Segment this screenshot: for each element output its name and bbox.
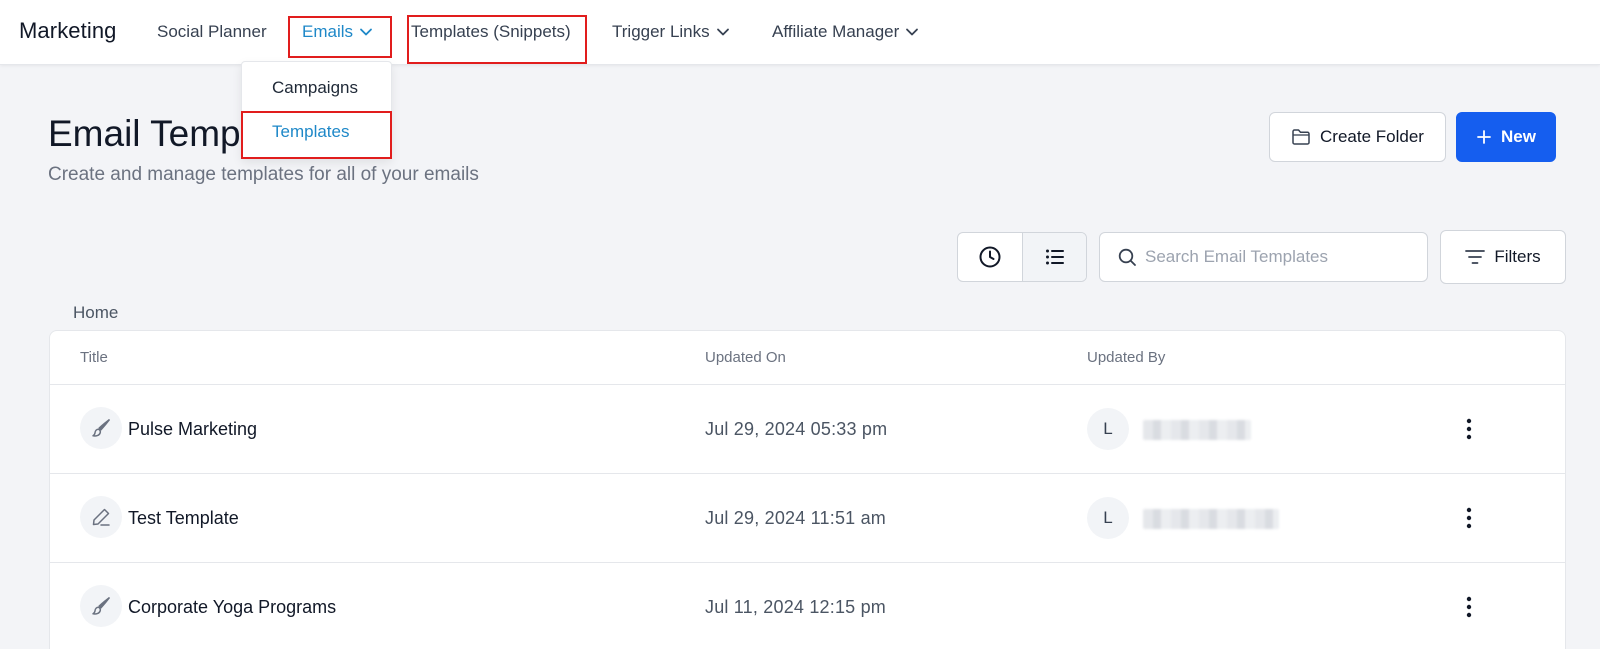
clock-icon: [979, 246, 1001, 268]
page-title: Email Templates: [48, 113, 240, 154]
kebab-menu-icon: [1466, 596, 1472, 618]
redacted-name: [1143, 509, 1279, 529]
breadcrumb-home[interactable]: Home: [73, 303, 118, 322]
top-nav: Marketing Social Planner Emails Template…: [0, 0, 1600, 65]
brush-icon: [80, 407, 122, 449]
nav-templates-snippets[interactable]: Templates (Snippets): [411, 22, 571, 42]
column-header-title: Title: [80, 349, 108, 366]
row-updated-on: Jul 11, 2024 12:15 pm: [705, 597, 886, 617]
row-updated-on: Jul 29, 2024 05:33 pm: [705, 419, 888, 439]
column-header-updated-by: Updated By: [1087, 349, 1166, 366]
more-options-button[interactable]: [1457, 504, 1481, 532]
row-title[interactable]: Pulse Marketing: [128, 419, 257, 440]
search-box: [1099, 232, 1428, 282]
templates-table: Title Updated On Updated By Pulse Market…: [49, 330, 1566, 649]
brand-title: Marketing: [19, 18, 117, 43]
nav-label: Affiliate Manager: [772, 22, 900, 41]
table-row[interactable]: Test Template Jul 29, 2024 11:51 am L: [50, 474, 1565, 563]
brush-icon: [80, 585, 122, 627]
page-subtitle: Create and manage templates for all of y…: [48, 164, 479, 185]
table-row[interactable]: Corporate Yoga Programs Jul 11, 2024 12:…: [50, 563, 1565, 649]
nav-label: Templates (Snippets): [411, 22, 571, 41]
more-options-button[interactable]: [1457, 593, 1481, 621]
emails-dropdown-menu: Campaigns Templates: [241, 61, 392, 159]
create-folder-label: Create Folder: [1320, 127, 1424, 146]
view-toggle-group: [957, 232, 1087, 282]
avatar: L: [1087, 408, 1129, 450]
chevron-down-icon: [906, 28, 919, 36]
row-title[interactable]: Test Template: [128, 508, 239, 529]
filters-button[interactable]: Filters: [1440, 230, 1566, 284]
table-row[interactable]: Pulse Marketing Jul 29, 2024 05:33 pm L: [50, 385, 1565, 474]
kebab-menu-icon: [1466, 507, 1472, 529]
folder-icon: [1292, 129, 1310, 145]
new-button[interactable]: New: [1456, 112, 1556, 162]
breadcrumb[interactable]: Home: [73, 303, 118, 323]
list-icon: [1045, 249, 1064, 265]
nav-emails[interactable]: Emails: [302, 22, 373, 42]
chevron-down-icon: [716, 28, 729, 36]
redacted-name: [1143, 420, 1251, 440]
filters-label: Filters: [1494, 247, 1541, 266]
table-header: Title Updated On Updated By: [50, 331, 1565, 385]
nav-label: Trigger Links: [612, 22, 710, 41]
dropdown-item-campaigns[interactable]: Campaigns: [272, 78, 358, 98]
row-title[interactable]: Corporate Yoga Programs: [128, 597, 336, 618]
pen-icon: [80, 496, 122, 538]
search-icon: [1118, 248, 1136, 266]
nav-label: Social Planner: [157, 22, 267, 41]
row-updated-on: Jul 29, 2024 11:51 am: [705, 508, 886, 528]
chevron-down-icon: [360, 28, 372, 36]
filter-icon: [1465, 250, 1486, 264]
nav-social-planner[interactable]: Social Planner: [157, 22, 267, 42]
list-view-button[interactable]: [1022, 233, 1086, 281]
create-folder-button[interactable]: Create Folder: [1269, 112, 1446, 162]
search-input[interactable]: [1145, 247, 1405, 267]
plus-icon: [1477, 130, 1491, 144]
more-options-button[interactable]: [1457, 415, 1481, 443]
nav-affiliate-manager[interactable]: Affiliate Manager: [772, 22, 919, 42]
avatar: L: [1087, 497, 1129, 539]
kebab-menu-icon: [1466, 418, 1472, 440]
dropdown-item-templates[interactable]: Templates: [272, 122, 349, 142]
new-label: New: [1501, 127, 1536, 146]
recent-view-button[interactable]: [958, 233, 1022, 281]
nav-label: Emails: [302, 22, 354, 41]
column-header-updated-on: Updated On: [705, 349, 786, 366]
nav-trigger-links[interactable]: Trigger Links: [612, 22, 730, 42]
